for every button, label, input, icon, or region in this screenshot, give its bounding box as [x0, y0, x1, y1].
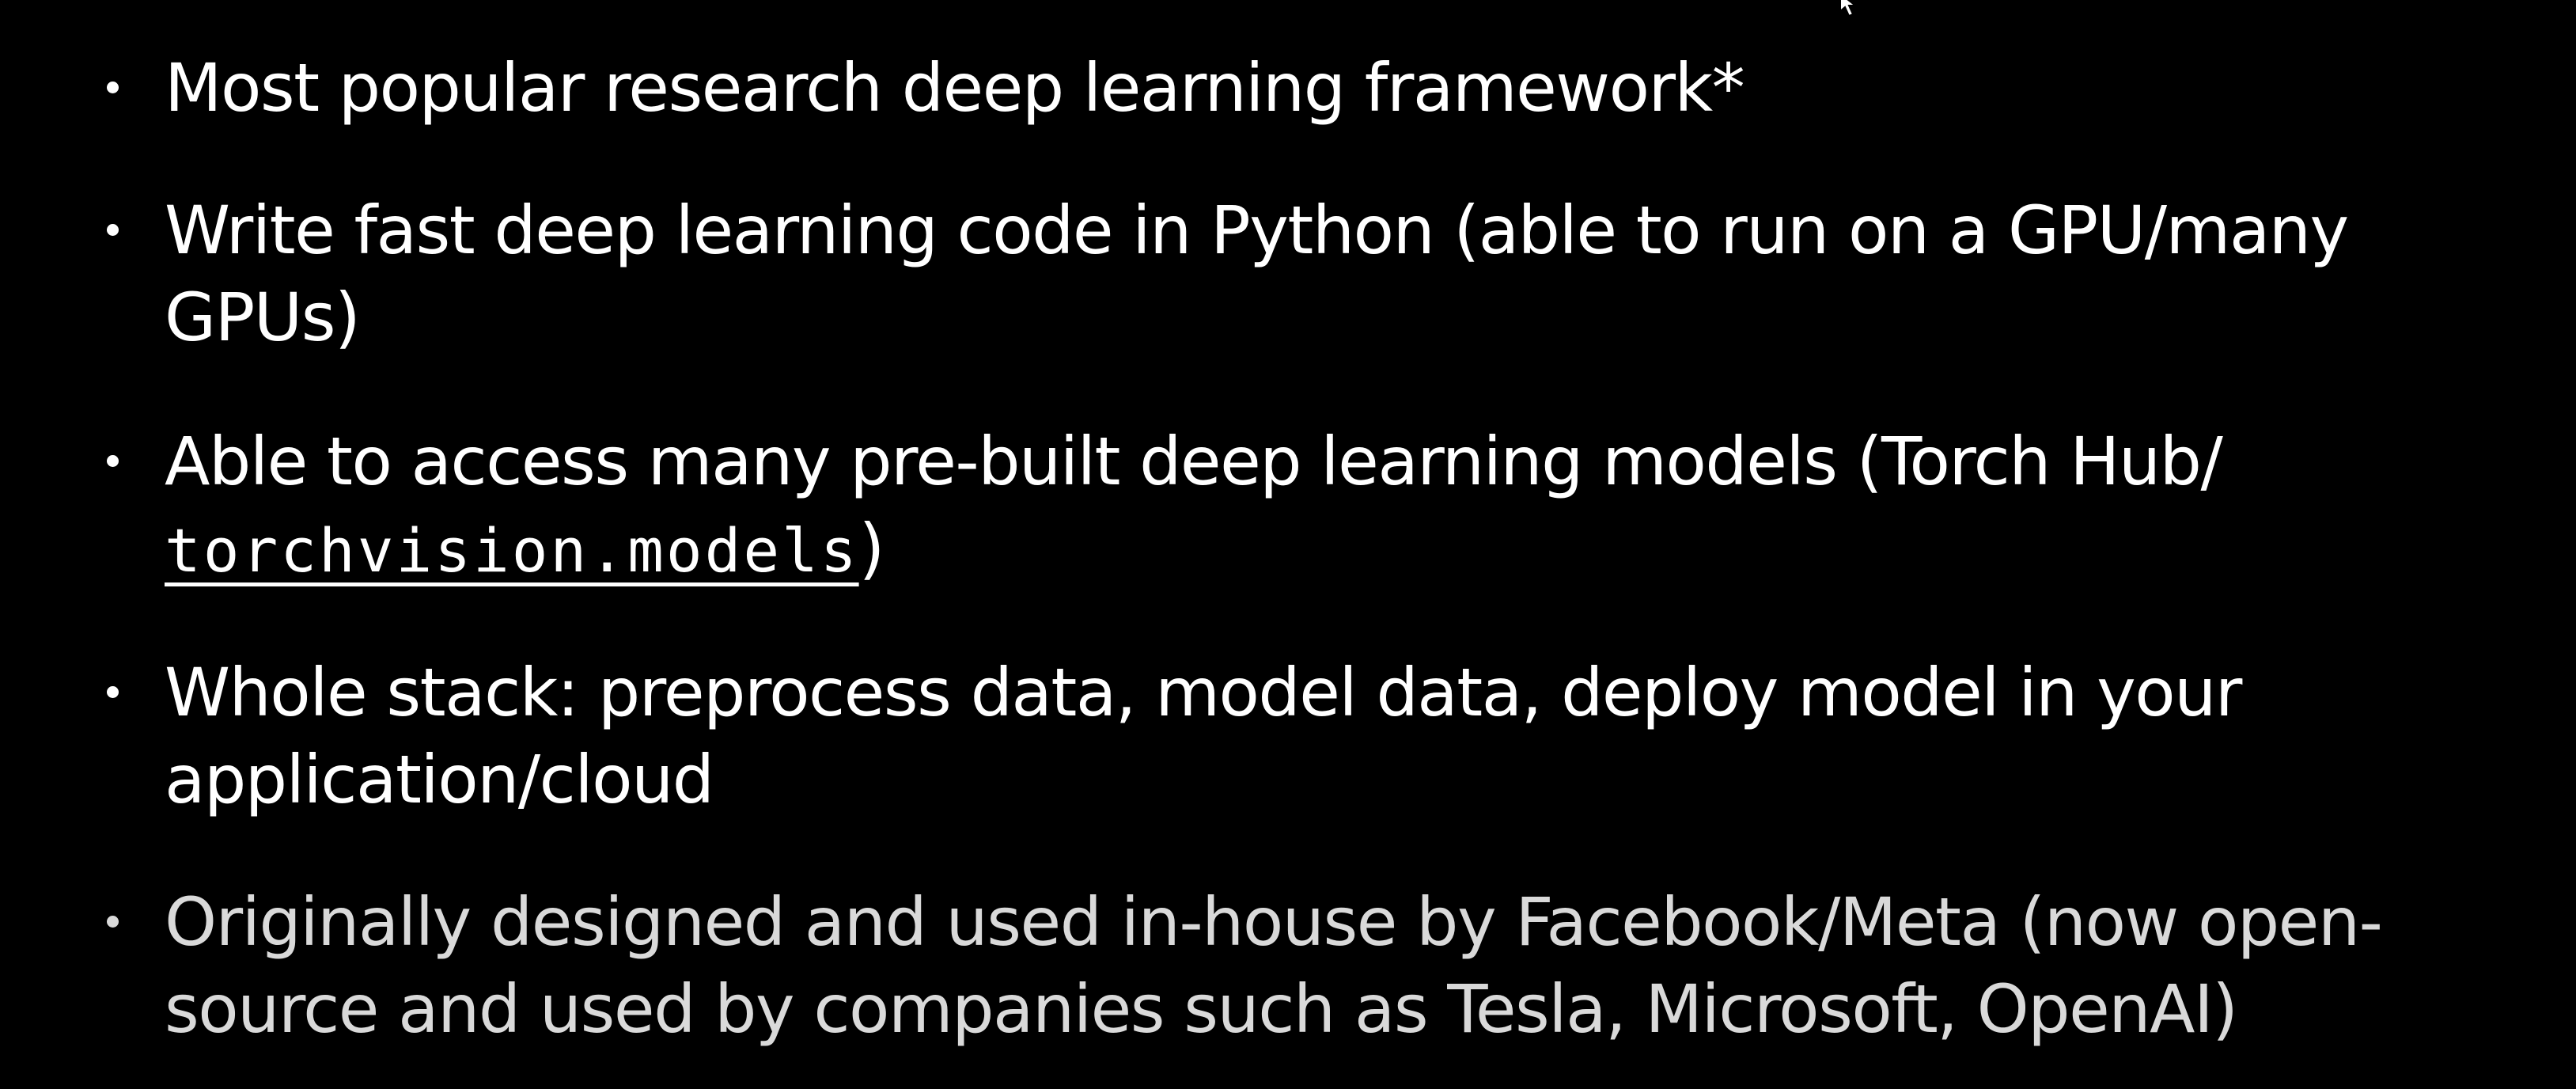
- bullet-item: Originally designed and used in-house by…: [107, 878, 2522, 1053]
- bullet-item: Able to access many pre-built deep learn…: [107, 418, 2522, 594]
- bullet-text: Able to access many pre-built deep learn…: [165, 423, 2223, 500]
- bullet-dot-icon: [107, 916, 119, 928]
- code-snippet: torchvision.models: [165, 515, 859, 586]
- bullet-dot-icon: [107, 224, 119, 236]
- bullet-item: Write fast deep learning code in Python …: [107, 187, 2522, 361]
- bullet-text-suffix: ): [858, 510, 885, 587]
- mouse-pointer-icon: [1839, 0, 1858, 17]
- bullet-text: Write fast deep learning code in Python …: [165, 192, 2349, 356]
- bullet-item: Whole stack: preprocess data, model data…: [107, 649, 2522, 823]
- bullet-dot-icon: [107, 686, 119, 698]
- bullet-dot-icon: [107, 455, 119, 467]
- bullet-item: Most popular research deep learning fram…: [107, 44, 2522, 131]
- bullet-text: Whole stack: preprocess data, model data…: [165, 654, 2242, 818]
- bullet-dot-icon: [107, 82, 119, 93]
- bullet-text: Most popular research deep learning fram…: [165, 49, 1745, 127]
- slide-canvas: Most popular research deep learning fram…: [0, 0, 2576, 1089]
- bullet-text: Originally designed and used in-house by…: [165, 883, 2383, 1048]
